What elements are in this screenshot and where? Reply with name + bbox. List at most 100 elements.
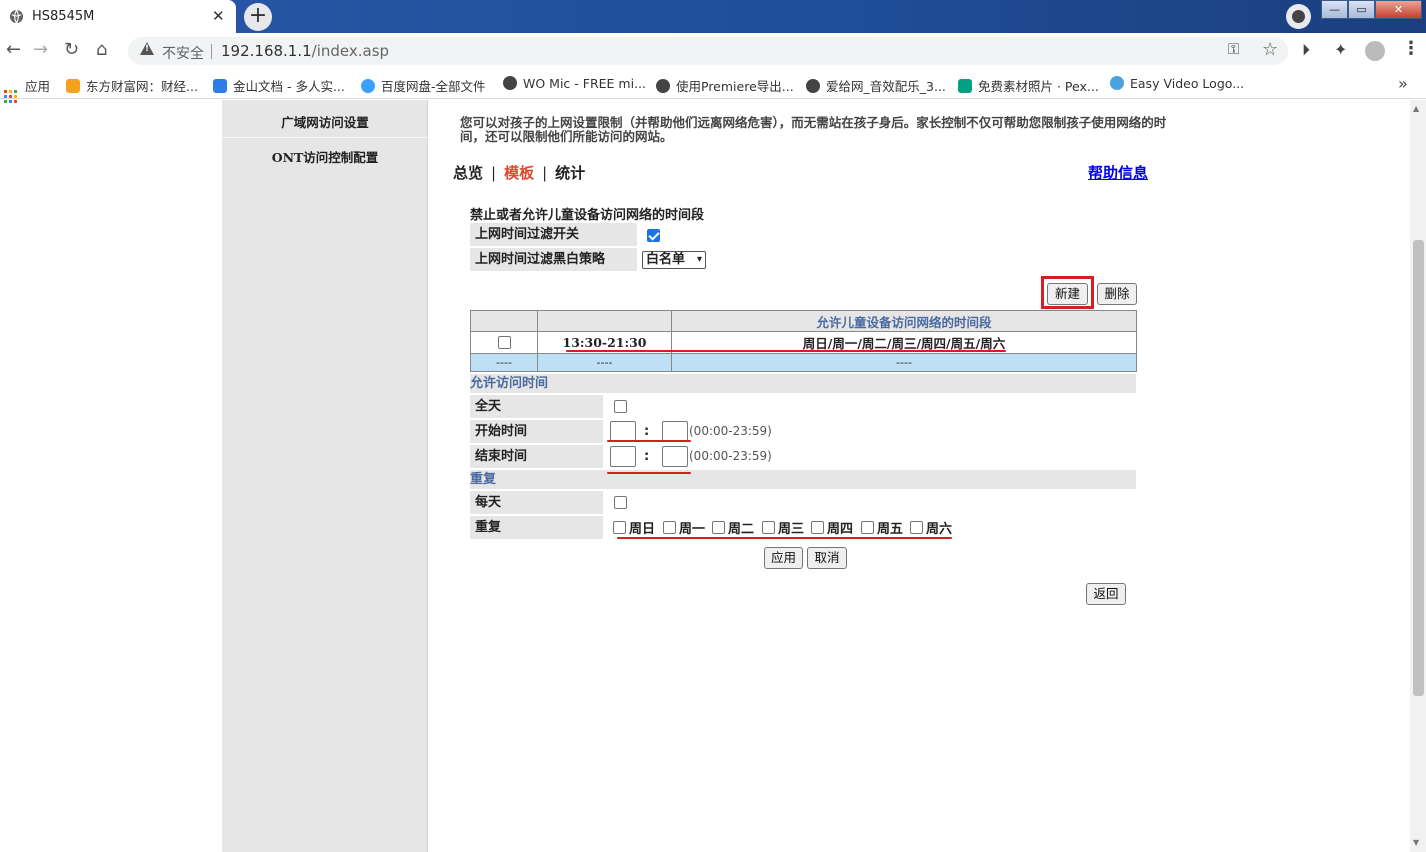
day-checkbox[interactable] xyxy=(712,521,725,534)
url-path: /index.asp xyxy=(311,42,390,60)
end-range-hint: (00:00-23:59) xyxy=(689,449,772,463)
menu-item-wan-access[interactable]: 广域网访问设置 xyxy=(222,112,428,131)
row-select-checkbox[interactable] xyxy=(497,336,511,349)
start-minute-input[interactable] xyxy=(662,421,688,442)
tab-title: HS8545M xyxy=(32,9,95,24)
cancel-button[interactable]: 取消 xyxy=(807,547,847,569)
day-label: 周一 xyxy=(679,522,706,537)
insecure-label: 不安全 xyxy=(162,46,204,62)
table-header-cell xyxy=(537,310,672,332)
filter-policy-select[interactable]: 白名单 ▾ xyxy=(642,251,706,269)
browser-toolbar: ← → ↻ ⌂ 不安全 192.168.1.1/index.asp xyxy=(0,33,1426,69)
scrollbar-thumb[interactable] xyxy=(1413,240,1424,696)
tab-template[interactable]: 模板 xyxy=(504,164,534,182)
end-minute-input[interactable] xyxy=(662,446,688,467)
day-tuesday[interactable]: 周二 xyxy=(712,518,754,537)
filter-switch-label: 上网时间过滤开关 xyxy=(470,223,637,246)
bookmark-label: WO Mic - FREE mi... xyxy=(523,76,646,91)
help-link[interactable]: 帮助信息 xyxy=(1088,162,1148,183)
day-checkbox[interactable] xyxy=(613,521,626,534)
end-hour-input[interactable] xyxy=(610,446,636,467)
day-checkbox[interactable] xyxy=(910,521,923,534)
pexels-icon xyxy=(958,79,972,93)
delete-button[interactable]: 删除 xyxy=(1097,283,1137,305)
maximize-button[interactable]: ▭ xyxy=(1348,0,1375,19)
day-monday[interactable]: 周一 xyxy=(663,518,705,537)
day-sunday[interactable]: 周日 xyxy=(613,518,655,537)
globe-icon xyxy=(9,9,24,24)
all-day-label: 全天 xyxy=(470,395,603,418)
browser-tab[interactable]: HS8545M ✕ xyxy=(0,0,236,33)
apps-grid-icon xyxy=(4,90,17,103)
start-time-label: 开始时间 xyxy=(470,420,603,443)
chrome-profile-icon[interactable] xyxy=(1286,4,1311,29)
bookmark-label: Easy Video Logo... xyxy=(1130,76,1245,91)
scroll-up-icon[interactable]: ▲ xyxy=(1413,104,1419,113)
bookmark-label: 百度网盘-全部文件 xyxy=(381,79,486,94)
intro-text: 您可以对孩子的上网设置限制（并帮助他们远离网络危害），而无需站在孩子身后。家长控… xyxy=(460,115,1167,144)
new-button[interactable]: 新建 xyxy=(1047,283,1088,305)
allow-time-title: 允许访问时间 xyxy=(470,374,1136,393)
filter-switch-checkbox[interactable] xyxy=(647,229,660,242)
globe-icon xyxy=(503,76,517,90)
globe-icon xyxy=(656,79,670,93)
bookmark-aigei[interactable]: 爱给网_音效配乐_3... xyxy=(806,76,946,95)
bookmark-pexels[interactable]: 免费素材照片 · Pex... xyxy=(958,76,1099,95)
bookmark-star-icon[interactable]: ☆ xyxy=(1262,39,1278,60)
day-checkbox[interactable] xyxy=(811,521,824,534)
bookmark-label: 东方财富网：财经... xyxy=(86,79,198,94)
bookmark-easy-video-logo[interactable]: Easy Video Logo... xyxy=(1110,76,1244,91)
home-icon[interactable]: ⌂ xyxy=(96,39,107,60)
bookmark-womic[interactable]: WO Mic - FREE mi... xyxy=(503,76,646,91)
end-colon: : xyxy=(644,449,650,464)
back-button[interactable]: 返回 xyxy=(1086,583,1126,605)
url-text[interactable]: 192.168.1.1/index.asp xyxy=(221,42,389,60)
day-wednesday[interactable]: 周三 xyxy=(762,518,804,537)
tab-overview[interactable]: 总览 xyxy=(453,164,483,182)
eastmoney-icon xyxy=(66,79,80,93)
day-saturday[interactable]: 周六 xyxy=(910,518,952,537)
apply-button[interactable]: 应用 xyxy=(764,547,803,569)
close-window-button[interactable]: ✕ xyxy=(1375,0,1422,19)
table-cell: ---- xyxy=(470,353,538,372)
day-friday[interactable]: 周五 xyxy=(861,518,903,537)
forward-arrow-icon[interactable]: → xyxy=(33,39,48,60)
bookmark-kdocs[interactable]: 金山文档 - 多人实... xyxy=(213,76,345,95)
extensions-puzzle-icon[interactable]: ✦ xyxy=(1334,40,1347,59)
table-cell: ---- xyxy=(671,353,1137,372)
day-checkbox[interactable] xyxy=(762,521,775,534)
tab-close-icon[interactable]: ✕ xyxy=(212,7,225,25)
menu-divider xyxy=(222,137,428,138)
bookmark-label: 爱给网_音效配乐_3... xyxy=(826,79,946,94)
menu-item-ont-access-control[interactable]: ONT访问控制配置 xyxy=(222,147,428,166)
bookmark-premiere[interactable]: 使用Premiere导出... xyxy=(656,76,794,95)
every-day-checkbox[interactable] xyxy=(614,496,627,509)
start-hour-input[interactable] xyxy=(610,421,636,442)
minimize-button[interactable]: — xyxy=(1321,0,1348,19)
bookmark-baidu-pan[interactable]: 百度网盘-全部文件 xyxy=(361,76,486,95)
bookmarks-overflow-icon[interactable]: » xyxy=(1398,74,1408,93)
profile-avatar-icon[interactable] xyxy=(1365,41,1385,61)
annotation-underline-days xyxy=(617,537,952,539)
menu-dots-icon[interactable]: ⋮ xyxy=(1402,38,1420,59)
table-header-cell xyxy=(470,310,538,332)
key-icon[interactable]: ⚿ xyxy=(1228,40,1239,58)
bookmark-apps[interactable]: 应用 xyxy=(4,76,50,103)
all-day-checkbox[interactable] xyxy=(614,400,627,413)
address-bar[interactable]: 不安全 192.168.1.1/index.asp xyxy=(128,37,1288,65)
bookmark-eastmoney[interactable]: 东方财富网：财经... xyxy=(66,76,198,95)
tab-strip: HS8545M ✕ + — ▭ ✕ xyxy=(0,0,1426,33)
new-tab-button[interactable]: + xyxy=(244,3,272,31)
back-arrow-icon[interactable]: ← xyxy=(6,39,21,60)
annotation-underline-end xyxy=(607,472,691,474)
day-thursday[interactable]: 周四 xyxy=(811,518,853,537)
address-divider xyxy=(211,44,212,59)
day-label: 周四 xyxy=(827,522,854,537)
table-header-row: 允许儿童设备访问网络的时间段 xyxy=(470,310,1137,332)
tab-statistics[interactable]: 统计 xyxy=(555,164,585,182)
media-control-icon[interactable]: ⏵ xyxy=(1302,40,1310,60)
reload-icon[interactable]: ↻ xyxy=(64,39,79,60)
day-checkbox[interactable] xyxy=(861,521,874,534)
day-checkbox[interactable] xyxy=(663,521,676,534)
scroll-down-icon[interactable]: ▼ xyxy=(1413,838,1419,847)
